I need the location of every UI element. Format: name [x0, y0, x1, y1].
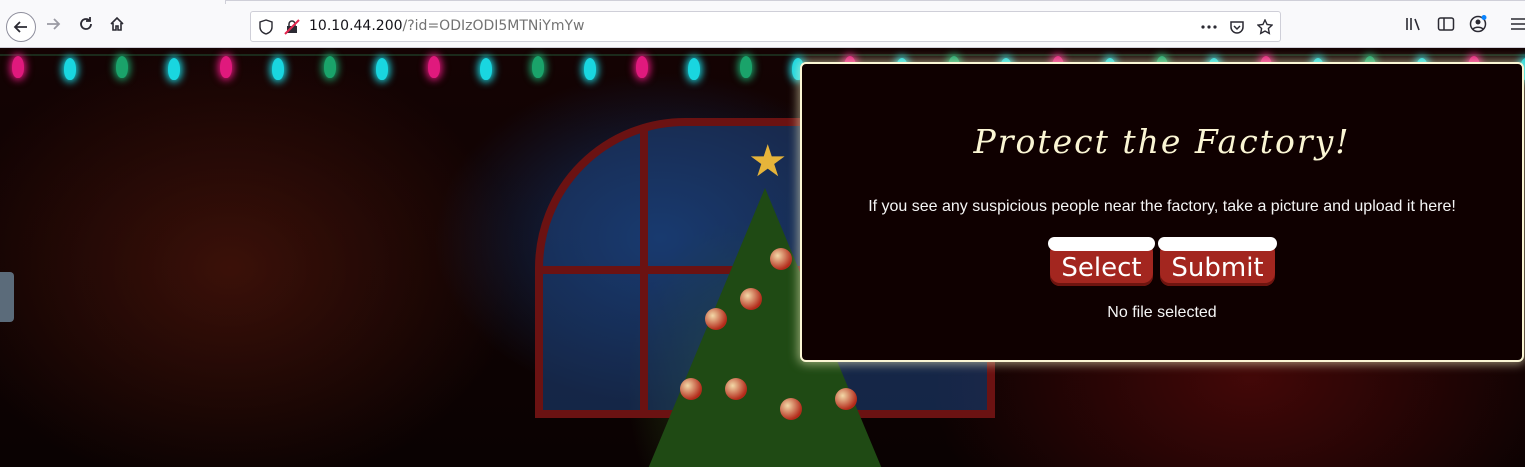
- ornament: [780, 398, 802, 420]
- page-background: ★ Protect the Factory! If you see any su…: [0, 48, 1525, 467]
- url-text: 10.10.44.200/?id=ODIzODI5MTNiYmYw: [309, 18, 584, 34]
- light-bulb: [376, 58, 388, 80]
- select-file-button[interactable]: Select: [1048, 237, 1155, 286]
- light-bulb: [480, 58, 492, 80]
- back-arrow-icon: [13, 21, 27, 33]
- ornament: [835, 388, 857, 410]
- forward-button[interactable]: [40, 11, 66, 37]
- ornament: [740, 288, 762, 310]
- account-icon[interactable]: [1468, 14, 1488, 34]
- sidebar-icon[interactable]: [1436, 14, 1456, 34]
- home-button[interactable]: [104, 11, 130, 37]
- light-bulb: [64, 58, 76, 80]
- light-bulb: [220, 56, 232, 78]
- ornament: [770, 248, 792, 270]
- ornament: [680, 378, 702, 400]
- back-button[interactable]: [6, 12, 36, 42]
- sidebar-handle[interactable]: [0, 272, 14, 322]
- light-bulb: [740, 56, 752, 78]
- light-bulb: [636, 56, 648, 78]
- light-bulb: [168, 58, 180, 80]
- home-icon: [110, 16, 124, 31]
- tab-strip-edge: [225, 0, 1525, 4]
- url-path: /?id=ODIzODI5MTNiYmYw: [402, 18, 585, 34]
- browser-toolbar: 10.10.44.200/?id=ODIzODI5MTNiYmYw: [0, 0, 1525, 48]
- light-bulb: [12, 56, 24, 78]
- insecure-lock-icon[interactable]: [283, 18, 301, 36]
- light-bulb: [584, 58, 596, 80]
- snow-cap: [1158, 237, 1277, 251]
- reload-button[interactable]: [73, 11, 99, 37]
- hamburger-menu-icon[interactable]: [1508, 14, 1525, 34]
- light-bulb: [532, 56, 544, 78]
- more-actions-icon[interactable]: [1200, 18, 1218, 36]
- light-bulb: [272, 58, 284, 80]
- file-status-text: No file selected: [1107, 304, 1217, 321]
- light-bulb: [688, 58, 700, 80]
- select-button-label: Select: [1061, 253, 1142, 283]
- forward-arrow-icon: [47, 18, 61, 30]
- submit-button-label: Submit: [1171, 253, 1264, 283]
- library-icon[interactable]: [1404, 14, 1424, 34]
- light-bulb: [428, 56, 440, 78]
- bookmark-star-icon[interactable]: [1256, 18, 1274, 36]
- url-bar[interactable]: 10.10.44.200/?id=ODIzODI5MTNiYmYw: [250, 11, 1281, 42]
- url-host: 10.10.44.200: [309, 18, 403, 34]
- panel-title: Protect the Factory!: [973, 122, 1351, 161]
- light-bulb: [324, 56, 336, 78]
- submit-button[interactable]: Submit: [1158, 237, 1277, 286]
- panel-description: If you see any suspicious people near th…: [868, 198, 1456, 215]
- tree-star-icon: ★: [748, 136, 788, 187]
- pocket-icon[interactable]: [1228, 18, 1246, 36]
- ornament: [705, 308, 727, 330]
- reload-icon: [80, 17, 92, 30]
- light-bulb: [116, 56, 128, 78]
- upload-panel: Protect the Factory! If you see any susp…: [800, 62, 1524, 362]
- snow-cap: [1048, 237, 1155, 251]
- light-string-wire: [0, 54, 1525, 56]
- ornament: [725, 378, 747, 400]
- shield-icon[interactable]: [257, 18, 275, 36]
